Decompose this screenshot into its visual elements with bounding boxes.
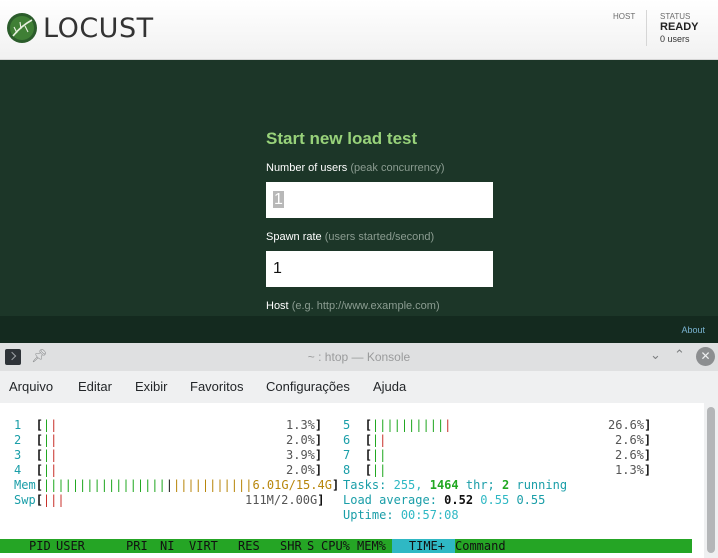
cpu-percent: 2.6%] bbox=[615, 433, 652, 447]
cpu-percent: 26.6%] bbox=[608, 418, 652, 432]
uptime-line: Uptime: 00:57:08 bbox=[343, 508, 459, 522]
form-title: Start new load test bbox=[266, 129, 418, 148]
cpu-percent: 2.0%] bbox=[286, 463, 323, 477]
about-link[interactable]: About bbox=[681, 325, 705, 335]
menu-configuracoes[interactable]: Configurações bbox=[266, 379, 350, 394]
spawn-rate-input[interactable]: 1 bbox=[266, 251, 493, 287]
host-label: HOST bbox=[613, 12, 636, 21]
col-res[interactable]: RES bbox=[238, 539, 260, 553]
cpu-meter: 6 [|| bbox=[343, 433, 387, 447]
header-divider bbox=[646, 10, 647, 46]
menu-editar[interactable]: Editar bbox=[78, 379, 112, 394]
spawn-label-hint: (users started/second) bbox=[324, 231, 435, 243]
tasks-line: Tasks: 255, 1464 thr; 2 running bbox=[343, 478, 568, 492]
app-title: LOCUST bbox=[43, 13, 154, 44]
cpu-meter: 4 [|| bbox=[14, 463, 58, 477]
start-test-panel: Start new load test Number of users (pea… bbox=[0, 60, 718, 343]
user-count: 0 users bbox=[660, 34, 690, 44]
locust-footer: About bbox=[0, 316, 718, 343]
host-field-label: Host (e.g. http://www.example.com) bbox=[266, 300, 440, 312]
spawn-rate-field-label: Spawn rate (users started/second) bbox=[266, 231, 434, 243]
minimize-icon[interactable]: ⌄ bbox=[650, 347, 661, 363]
col-virt[interactable]: VIRT bbox=[189, 539, 218, 553]
menu-bar: Arquivo Editar Exibir Favoritos Configur… bbox=[0, 371, 718, 403]
col-ni[interactable]: NI bbox=[160, 539, 174, 553]
users-input[interactable]: 1 bbox=[266, 182, 493, 218]
mem-meter: Mem[|||||||||||||||||||||||||||||6.01G/1… bbox=[14, 478, 340, 492]
spawn-label-text: Spawn rate bbox=[266, 231, 322, 243]
menu-exibir[interactable]: Exibir bbox=[135, 379, 168, 394]
col-user[interactable]: USER bbox=[56, 539, 85, 553]
col-state[interactable]: S bbox=[307, 539, 314, 553]
swap-value: 111M/2.00G] bbox=[245, 493, 325, 507]
cpu-percent: 3.9%] bbox=[286, 448, 323, 462]
users-label-text: Number of users bbox=[266, 162, 348, 174]
cpu-meter: 3 [|| bbox=[14, 448, 58, 462]
cpu-meter: 5 [||||||||||| bbox=[343, 418, 452, 432]
status-value: READY bbox=[660, 21, 699, 33]
users-label-hint: (peak concurrency) bbox=[350, 162, 445, 174]
menu-arquivo[interactable]: Arquivo bbox=[9, 379, 53, 394]
cpu-meter: 8 [|| bbox=[343, 463, 387, 477]
close-icon[interactable]: ✕ bbox=[696, 347, 715, 366]
cpu-meter: 1 [|| bbox=[14, 418, 58, 432]
process-table-header: PID USER PRI NI VIRT RES SHR S CPU% MEM%… bbox=[0, 539, 692, 553]
terminal-scrollbar[interactable] bbox=[704, 403, 718, 558]
col-mem[interactable]: MEM% bbox=[357, 539, 386, 553]
col-pri[interactable]: PRI bbox=[126, 539, 148, 553]
maximize-icon[interactable]: ⌃ bbox=[674, 347, 685, 363]
window-titlebar[interactable]: 📌︎ ~ : htop — Konsole ⌄ ⌃ ✕ bbox=[0, 343, 718, 371]
users-field-label: Number of users (peak concurrency) bbox=[266, 162, 445, 174]
terminal-area[interactable]: 1 [|| 2 [|| 3 [|| 4 [|| 1.3%] 2.0%] 3.9%… bbox=[0, 403, 704, 558]
col-shr[interactable]: SHR bbox=[280, 539, 302, 553]
cpu-meter: 2 [|| bbox=[14, 433, 58, 447]
locust-header: LOCUST HOST STATUS READY 0 users bbox=[0, 0, 718, 60]
menu-ajuda[interactable]: Ajuda bbox=[373, 379, 406, 394]
users-input-value: 1 bbox=[273, 191, 284, 208]
col-time-sorted[interactable]: TIME+ bbox=[392, 539, 455, 553]
konsole-window: 📌︎ ~ : htop — Konsole ⌄ ⌃ ✕ Arquivo Edit… bbox=[0, 343, 718, 558]
swap-meter: Swp[||| bbox=[14, 493, 65, 507]
status-label: STATUS bbox=[660, 12, 691, 21]
menu-favoritos[interactable]: Favoritos bbox=[190, 379, 243, 394]
cpu-percent: 1.3%] bbox=[615, 463, 652, 477]
cpu-percent: 1.3%] bbox=[286, 418, 323, 432]
scrollbar-thumb[interactable] bbox=[707, 407, 715, 553]
col-pid[interactable]: PID bbox=[29, 539, 51, 553]
col-command[interactable]: Command bbox=[455, 539, 506, 553]
host-label-hint: (e.g. http://www.example.com) bbox=[291, 300, 440, 312]
cpu-meter: 7 [|| bbox=[343, 448, 387, 462]
locust-logo-icon bbox=[7, 13, 37, 43]
col-cpu[interactable]: CPU% bbox=[321, 539, 350, 553]
window-title: ~ : htop — Konsole bbox=[307, 350, 411, 364]
cpu-percent: 2.0%] bbox=[286, 433, 323, 447]
host-label-text: Host bbox=[266, 300, 289, 312]
cpu-percent: 2.6%] bbox=[615, 448, 652, 462]
locust-web-ui: LOCUST HOST STATUS READY 0 users Start n… bbox=[0, 0, 718, 343]
load-average-line: Load average: 0.52 0.55 0.55 bbox=[343, 493, 546, 507]
